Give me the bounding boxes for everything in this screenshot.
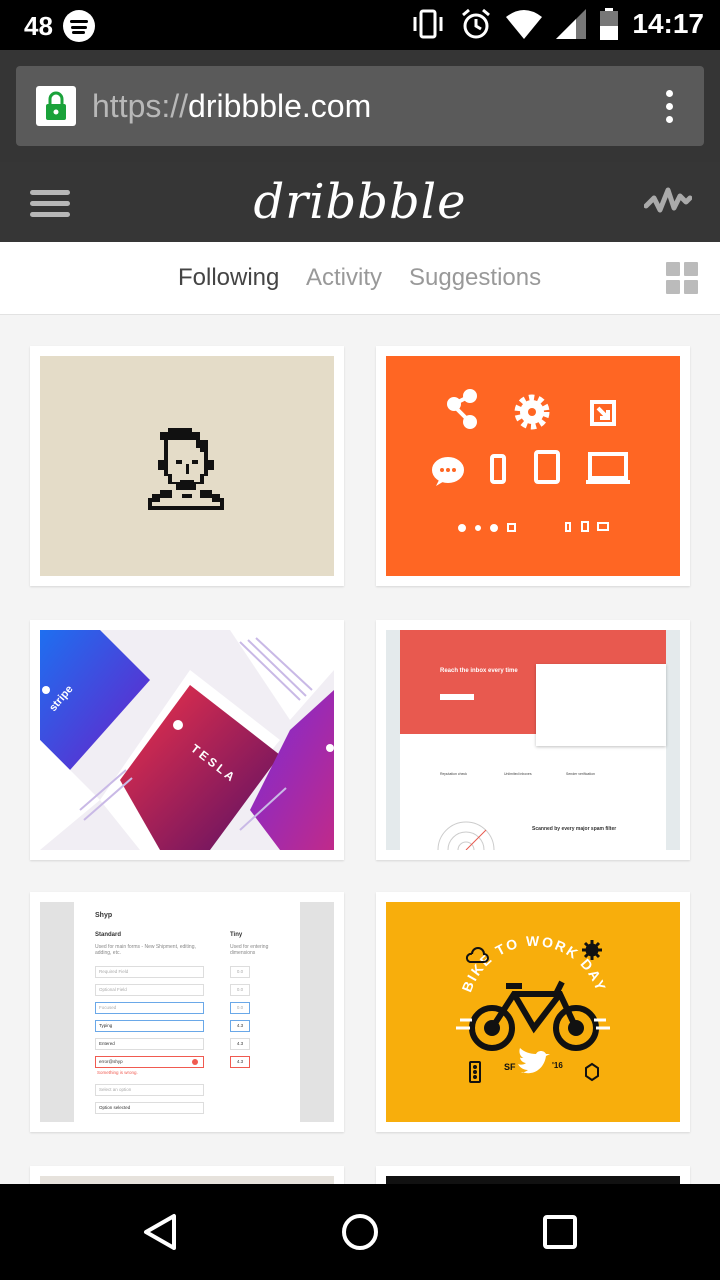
url-text[interactable]: https://dribbble.com — [92, 86, 371, 126]
feature-3: Sender verification — [566, 772, 595, 776]
browser-menu-icon[interactable] — [666, 90, 674, 129]
feature-2: Unlimited inboxes — [504, 772, 532, 776]
spotify-icon — [62, 10, 95, 42]
grid-view-icon[interactable] — [666, 262, 698, 294]
wifi-icon — [506, 10, 543, 39]
tiny-field: 0.0 — [230, 984, 250, 996]
activity-pulse-icon[interactable] — [644, 184, 692, 220]
forms-col1-title: Standard — [95, 932, 122, 938]
field-error-message: Something is wrong. — [97, 1070, 138, 1075]
shot-card-orange-icons[interactable] — [376, 346, 690, 586]
alarm-icon — [462, 8, 491, 39]
tiny-field: 0.0 — [230, 966, 250, 978]
browser-toolbar: https://dribbble.com — [0, 50, 720, 162]
signal-icon — [556, 9, 587, 39]
recents-icon[interactable] — [542, 1214, 578, 1250]
system-navigation-bar — [0, 1184, 720, 1280]
home-icon[interactable] — [340, 1212, 380, 1252]
bike-location: SF — [504, 1062, 516, 1072]
field-entered: Entered — [95, 1038, 204, 1050]
select-placeholder: Select an option — [95, 1084, 204, 1096]
feature-1: Reputation check — [440, 772, 468, 776]
shot-image: Reach the inbox every time Reputation ch… — [386, 630, 680, 850]
vibrate-icon — [413, 9, 443, 39]
clock: 14:17 — [632, 8, 704, 39]
forms-brand: Shyp — [95, 912, 113, 919]
address-bar[interactable]: https://dribbble.com — [16, 66, 704, 146]
shot-image — [40, 356, 334, 576]
back-icon[interactable] — [140, 1212, 180, 1252]
tab-activity[interactable]: Activity — [306, 264, 382, 292]
field-error: error@shyp — [95, 1056, 204, 1068]
url-domain: dribbble.com — [188, 88, 372, 124]
tiny-field: 4.3 — [230, 1056, 250, 1068]
forms-col2-desc: Used for entering dimensions — [230, 944, 269, 956]
field-required: Required Field — [95, 966, 204, 978]
shot-card-pixel-portrait[interactable] — [30, 346, 344, 586]
shot-image: BIKE TO WORK DAY SF '16 — [386, 902, 680, 1122]
shot-card-bike-to-work[interactable]: BIKE TO WORK DAY SF '16 — [376, 892, 690, 1132]
tiny-field: 4.3 — [230, 1020, 250, 1032]
feed-tabs: Following Activity Suggestions — [0, 242, 720, 315]
field-focused: Focused — [95, 1002, 204, 1014]
select-value: Option selected — [95, 1102, 204, 1114]
app-header: dribbble — [0, 162, 720, 242]
shot-image — [386, 356, 680, 576]
shot-card-form-styles[interactable]: Shyp Standard Used for main forms - New … — [30, 892, 344, 1132]
email-headline: Reach the inbox every time — [440, 668, 518, 674]
tab-suggestions[interactable]: Suggestions — [409, 264, 541, 292]
shot-image: Shyp Standard Used for main forms - New … — [40, 902, 334, 1122]
url-protocol: https:// — [92, 88, 189, 124]
email-footer: Scanned by every major spam filter — [532, 826, 617, 832]
battery-icon — [600, 8, 619, 40]
dribbble-logo[interactable]: dribbble — [0, 174, 720, 230]
bike-arc-text: BIKE TO WORK DAY — [458, 933, 607, 994]
svg-text:BIKE TO WORK DAY: BIKE TO WORK DAY — [458, 933, 609, 994]
shot-card-email-landing[interactable]: Reach the inbox every time Reputation ch… — [376, 620, 690, 860]
shot-card-tesla[interactable]: TESLA stripe — [30, 620, 344, 860]
shot-image: TESLA stripe — [40, 630, 334, 850]
bike-year: '16 — [552, 1061, 563, 1070]
field-typing: Typing — [95, 1020, 204, 1032]
forms-col1-desc: Used for main forms - New Shipment, edit… — [95, 944, 196, 956]
forms-col2-title: Tiny — [230, 932, 243, 938]
notification-count: 48 — [24, 10, 53, 41]
tiny-field: 4.3 — [230, 1038, 250, 1050]
field-optional: Optional Field — [95, 984, 204, 996]
status-bar: 48 14:17 — [0, 0, 720, 50]
tab-following[interactable]: Following — [178, 264, 279, 292]
tiny-field: 0.0 — [230, 1002, 250, 1014]
lock-icon[interactable] — [36, 86, 76, 126]
